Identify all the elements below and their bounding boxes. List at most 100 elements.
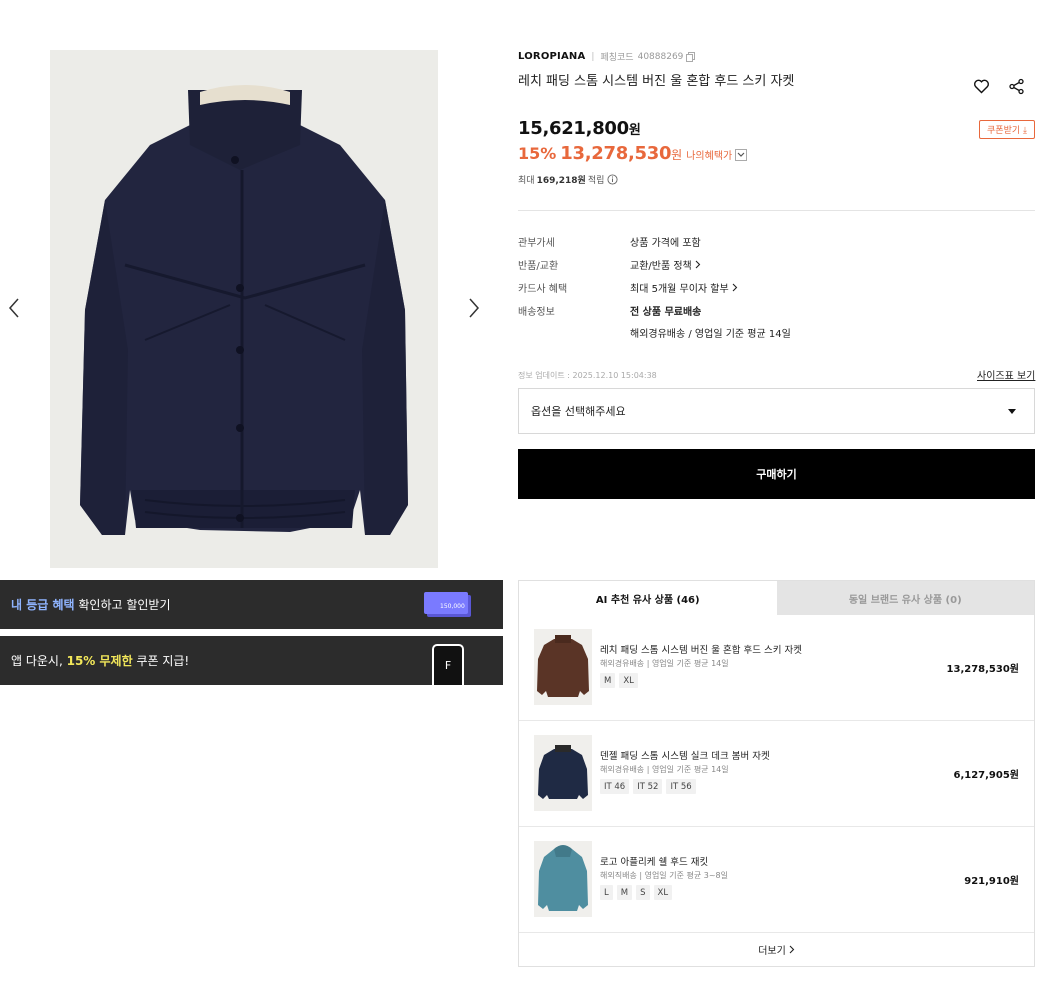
buy-button[interactable]: 구매하기	[518, 449, 1035, 499]
grade-banner-highlight: 내 등급 혜택	[11, 598, 75, 612]
card-benefit-link[interactable]: 최대 5개월 무이자 할부	[630, 280, 738, 295]
reco-shipping: 해외경유배송 | 영업일 기준 평균 14일	[600, 659, 729, 668]
return-policy-link[interactable]: 교환/반품 정책	[630, 257, 701, 272]
phone-letter: F	[444, 659, 452, 672]
caret-down-icon	[1008, 409, 1016, 414]
reco-thumbnail	[534, 841, 592, 917]
product-title: 레치 패딩 스톰 시스템 버진 울 혼합 후드 스키 자켓	[518, 74, 795, 89]
shipping-info: 전 상품 무료배송 해외경유배송 / 영업일 기준 평균 14일	[630, 303, 791, 340]
option-select[interactable]: 옵션을 선택해주세요	[518, 388, 1035, 434]
detail-row-tax: 관부가세 상품 가격에 포함	[518, 234, 701, 249]
card-benefit-text: 최대 5개월 무이자 할부	[630, 284, 729, 295]
reco-name: 로고 아플리케 쉘 후드 재킷	[600, 857, 709, 868]
brand-separator: |	[591, 51, 595, 62]
size-chip: M	[616, 885, 633, 900]
phone-icon: F	[432, 644, 464, 685]
option-placeholder: 옵션을 선택해주세요	[531, 405, 626, 418]
size-chip: S	[636, 885, 650, 900]
chevron-left-icon	[8, 298, 19, 318]
reco-sizes: IT 46 IT 52 IT 56	[600, 779, 696, 794]
discount-rate: 15%	[518, 144, 557, 163]
reco-shipping: 해외경유배송 | 영업일 기준 평균 14일	[600, 765, 729, 774]
reco-item[interactable]: 로고 아플리케 쉘 후드 재킷 해외직배송 | 영업일 기준 평균 3~8일 L…	[519, 827, 1034, 933]
original-price-value: 15,621,800	[518, 118, 629, 139]
chevron-down-icon	[737, 152, 745, 157]
sale-price-currency: 원	[671, 148, 683, 162]
brand-name[interactable]: LOROPIANA	[518, 51, 585, 62]
shipping-detail: 해외경유배송 / 영업일 기준 평균 14일	[630, 329, 791, 340]
jacket-thumbnail-image	[537, 635, 589, 697]
divider	[518, 210, 1035, 211]
reco-tabs: AI 추천 유사 상품 (46) 동일 브랜드 유사 상품 (0)	[519, 581, 1034, 615]
size-guide-link[interactable]: 사이즈표 보기	[977, 367, 1035, 382]
tab-ai-similar[interactable]: AI 추천 유사 상품 (46)	[519, 581, 777, 615]
product-gallery	[0, 0, 510, 575]
grade-benefit-banner[interactable]: 내 등급 혜택 확인하고 할인받기 150,000	[0, 580, 503, 629]
chevron-right-icon	[732, 283, 737, 292]
copy-icon[interactable]	[686, 51, 696, 62]
detail-row-return: 반품/교환 교환/반품 정책	[518, 257, 701, 272]
app-banner-prefix: 앱 다운시,	[11, 654, 67, 668]
reco-name: 레치 패딩 스톰 시스템 버진 울 혼합 후드 스키 자켓	[600, 645, 802, 656]
reco-name: 덴젤 패딩 스톰 시스템 실크 데크 봄버 자켓	[600, 751, 770, 762]
reco-item[interactable]: 레치 패딩 스톰 시스템 버진 울 혼합 후드 스키 자켓 해외경유배송 | 영…	[519, 615, 1034, 721]
chevron-right-icon	[695, 260, 701, 269]
size-chip: IT 52	[633, 779, 663, 794]
brand-row: LOROPIANA | 페칭코드 40888269	[518, 50, 696, 63]
size-chip: XL	[619, 673, 638, 688]
heart-icon[interactable]	[973, 78, 990, 95]
reco-sizes: L M S XL	[600, 885, 673, 900]
share-icon[interactable]	[1008, 78, 1025, 95]
app-banner-highlight: 15% 무제한	[66, 654, 133, 668]
update-time: 정보 업데이트 : 2025.12.10 15:04:38	[518, 371, 657, 380]
detail-value: 상품 가격에 포함	[630, 238, 701, 249]
benefit-dropdown-button[interactable]	[735, 149, 748, 161]
more-label: 더보기	[758, 946, 786, 957]
reco-price: 921,910원	[964, 876, 1019, 887]
app-download-banner[interactable]: 앱 다운시, 15% 무제한 쿠폰 지급! F	[0, 636, 503, 685]
gallery-prev-button[interactable]	[4, 293, 24, 323]
points-value: 169,218원	[536, 176, 586, 186]
tab-same-brand[interactable]: 동일 브랜드 유사 상품 (0)	[776, 581, 1034, 615]
gallery-next-button[interactable]	[464, 293, 484, 323]
points-prefix: 최대	[518, 176, 535, 186]
grade-banner-text: 확인하고 할인받기	[74, 598, 171, 612]
detail-row-shipping: 배송정보 전 상품 무료배송 해외경유배송 / 영업일 기준 평균 14일	[518, 303, 791, 340]
size-chip: IT 56	[666, 779, 696, 794]
detail-row-card: 카드사 혜택 최대 5개월 무이자 할부	[518, 280, 738, 295]
reco-price: 13,278,530원	[946, 664, 1019, 675]
size-chip: M	[600, 673, 616, 688]
recommendations-panel: AI 추천 유사 상품 (46) 동일 브랜드 유사 상품 (0) 레치 패딩 …	[518, 580, 1035, 967]
reco-shipping: 해외직배송 | 영업일 기준 평균 3~8일	[600, 871, 728, 880]
sale-price-row: 15% 13,278,530 원 나의혜택가	[518, 143, 748, 164]
product-image[interactable]	[50, 50, 438, 568]
chevron-right-icon	[789, 945, 795, 954]
original-price: 15,621,800원	[518, 118, 641, 139]
detail-label: 카드사 혜택	[518, 284, 568, 295]
shipping-free: 전 상품 무료배송	[630, 307, 702, 318]
code-label: 페칭코드	[600, 53, 634, 63]
return-policy-text: 교환/반품 정책	[630, 261, 692, 272]
detail-label: 관부가세	[518, 238, 555, 249]
reco-sizes: M XL	[600, 673, 638, 688]
more-button[interactable]: 더보기	[519, 933, 1034, 966]
original-price-currency: 원	[628, 123, 641, 138]
info-icon[interactable]	[607, 174, 618, 185]
my-benefit-label[interactable]: 나의혜택가	[686, 147, 732, 162]
points-suffix: 적립	[587, 176, 605, 186]
code-value: 40888269	[637, 51, 684, 62]
reco-item[interactable]: 덴젤 패딩 스톰 시스템 실크 데크 봄버 자켓 해외경유배송 | 영업일 기준…	[519, 721, 1034, 827]
reward-points: 최대 169,218원 적립	[518, 173, 618, 186]
detail-label: 배송정보	[518, 307, 555, 318]
sale-price-value: 13,278,530	[560, 143, 672, 164]
reco-thumbnail	[534, 629, 592, 705]
reco-price: 6,127,905원	[953, 770, 1019, 781]
card-icon: 150,000	[424, 592, 471, 617]
size-chip: XL	[653, 885, 673, 900]
jacket-thumbnail-image	[538, 845, 588, 911]
detail-label: 반품/교환	[518, 261, 559, 272]
chevron-right-icon	[469, 298, 480, 318]
coupon-button[interactable]: 쿠폰받기 ⤓	[979, 120, 1035, 139]
app-banner-suffix: 쿠폰 지급!	[132, 654, 190, 668]
card-value: 150,000	[440, 603, 465, 610]
